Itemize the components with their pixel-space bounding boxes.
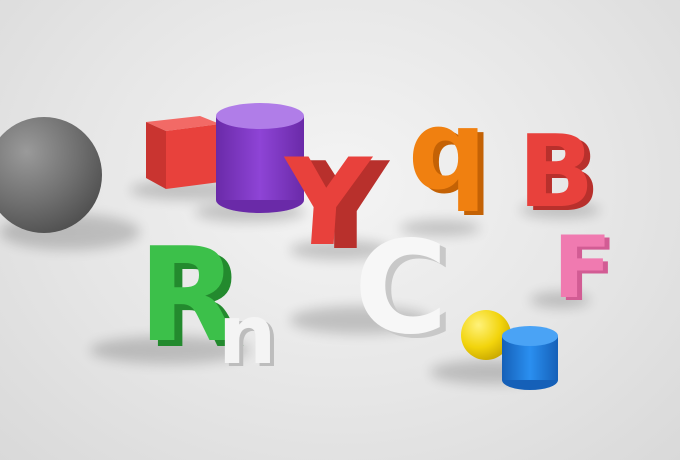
svg-text:F: F — [553, 218, 612, 318]
rendered-3d-scene: Y Y q q B B F F R R n n C C — [0, 0, 680, 460]
svg-text:C: C — [354, 214, 448, 363]
letter-B: B B — [518, 113, 600, 234]
letter-C: C C — [354, 214, 454, 367]
red-cube — [146, 116, 220, 189]
letter-q: q q — [408, 86, 493, 218]
svg-text:q: q — [408, 86, 487, 214]
scene-canvas: Y Y q q B B F F R R n n C C — [0, 86, 617, 390]
svg-text:n: n — [218, 288, 276, 383]
svg-text:B: B — [518, 113, 594, 230]
letter-F: F F — [553, 218, 617, 321]
letter-n: n n — [218, 288, 280, 386]
blue-cylinder — [502, 326, 558, 390]
